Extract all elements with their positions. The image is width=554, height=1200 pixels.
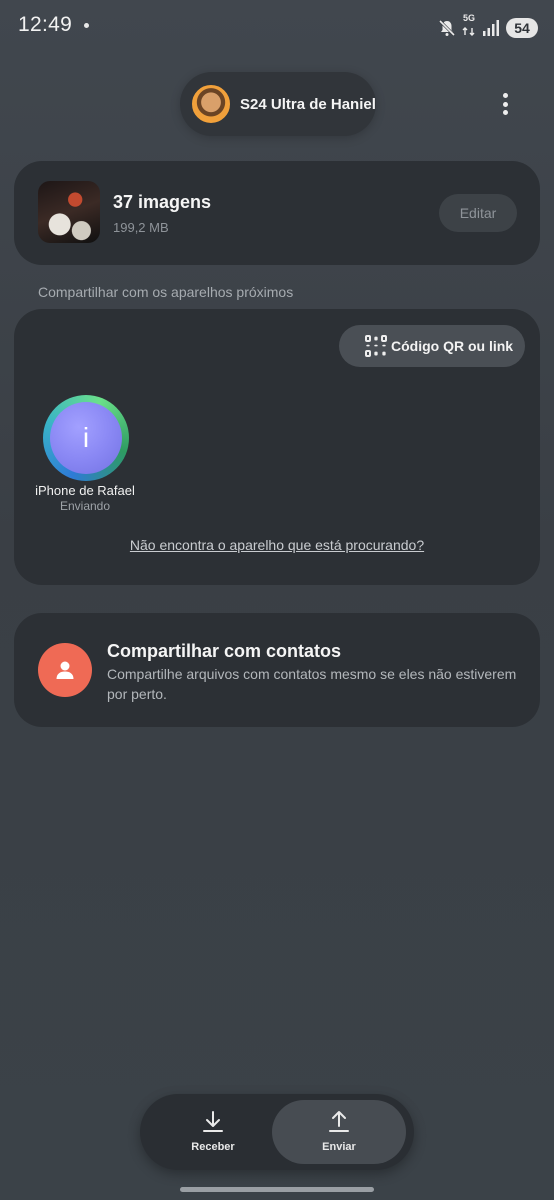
home-indicator[interactable] (180, 1187, 374, 1192)
files-size: 199,2 MB (113, 220, 169, 235)
network-5g-icon: 5G (462, 14, 476, 41)
peer-device-iphone[interactable]: i (43, 395, 129, 481)
device-not-found-link[interactable]: Não encontra o aparelho que está procura… (14, 537, 540, 553)
peer-device-status: Enviando (59, 499, 111, 513)
nearby-section-label: Compartilhar com os aparelhos próximos (38, 284, 294, 300)
peer-device-name: iPhone de Rafael (35, 483, 135, 498)
device-profile-pill[interactable]: S24 Ultra de Haniel (180, 72, 376, 136)
image-thumbnail (38, 181, 100, 243)
network-type-label: 5G (462, 13, 475, 23)
notification-dot-icon (84, 23, 89, 28)
tab-receive-label: Receber (191, 1141, 235, 1153)
nearby-devices-card: Código QR ou link i iPhone de Rafael Env… (14, 309, 540, 585)
qr-code-icon (365, 335, 387, 357)
peer-avatar: i (50, 402, 122, 474)
upload-icon (329, 1111, 349, 1132)
more-options-button[interactable] (496, 90, 514, 118)
tab-receive[interactable]: Receber (146, 1100, 280, 1164)
contacts-description: Compartilhe arquivos com contatos mesmo … (107, 666, 517, 702)
selected-files-card: 37 imagens 199,2 MB Editar (14, 161, 540, 265)
edit-button[interactable]: Editar (439, 194, 517, 232)
bottom-navigation: Receber Enviar (140, 1094, 414, 1170)
signal-icon (483, 19, 499, 36)
share-with-contacts-card[interactable]: Compartilhar com contatos Compartilhe ar… (14, 613, 540, 727)
data-arrows-icon (462, 27, 475, 36)
status-bar: 12:49 5G 54 (0, 0, 554, 52)
device-name: S24 Ultra de Haniel (240, 95, 376, 113)
tab-send-label: Enviar (322, 1141, 356, 1153)
qr-code-label: Código QR ou link (391, 338, 514, 354)
avatar (192, 85, 230, 123)
mute-icon (438, 19, 456, 36)
tab-send[interactable]: Enviar (272, 1100, 406, 1164)
battery-indicator: 54 (506, 17, 538, 38)
files-count: 37 imagens (113, 192, 212, 212)
contacts-title: Compartilhar com contatos (107, 641, 342, 661)
download-icon (203, 1111, 223, 1132)
status-icons: 5G 54 (438, 14, 538, 41)
status-time: 12:49 (18, 13, 73, 36)
more-vert-icon (502, 93, 508, 98)
contact-person-icon (38, 643, 92, 697)
qr-code-link-button[interactable]: Código QR ou link (339, 325, 525, 367)
